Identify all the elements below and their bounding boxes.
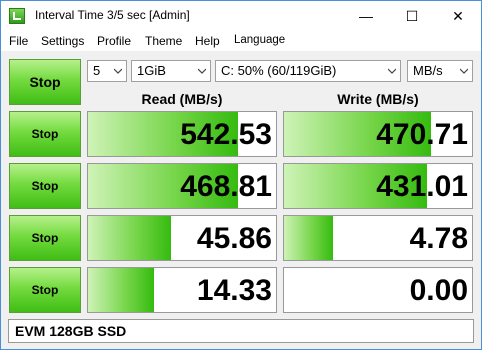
write-result-cell: 0.00 (283, 267, 473, 313)
read-result-cell: 14.33 (87, 267, 277, 313)
chevron-down-icon (460, 68, 468, 74)
test-count-value: 5 (93, 63, 101, 78)
stop-all-label: Stop (29, 74, 61, 90)
menu-bar: File Settings Profile Theme Help Languag… (1, 31, 481, 51)
maximize-button[interactable]: ☐ (389, 1, 435, 31)
test-size-select[interactable]: 1GiB (131, 60, 211, 82)
maximize-icon: ☐ (405, 7, 419, 24)
row-stop-button[interactable]: Stop (9, 267, 81, 313)
read-result-cell: 45.86 (87, 215, 277, 261)
unit-value: MB/s (413, 63, 443, 78)
read-result-cell: 542.53 (87, 111, 277, 157)
menu-settings[interactable]: Settings (41, 34, 84, 48)
minimize-button[interactable]: — (343, 1, 389, 31)
chevron-down-icon (198, 68, 206, 74)
write-result-cell: 431.01 (283, 163, 473, 209)
row-stop-button[interactable]: Stop (9, 111, 81, 157)
comment-field[interactable]: EVM 128GB SSD (8, 319, 474, 343)
row-stop-button[interactable]: Stop (9, 215, 81, 261)
read-bar (88, 216, 171, 260)
drive-select[interactable]: C: 50% (60/119GiB) (215, 60, 401, 82)
read-value: 542.53 (180, 118, 272, 151)
unit-select[interactable]: MB/s (407, 60, 473, 82)
write-value: 4.78 (409, 222, 468, 255)
read-value: 45.86 (196, 222, 272, 255)
app-window: Interval Time 3/5 sec [Admin] — ☐ ✕ File… (0, 0, 482, 350)
menu-language[interactable]: Language (234, 34, 285, 46)
write-result-cell: 470.71 (283, 111, 473, 157)
write-result-cell: 4.78 (283, 215, 473, 261)
chevron-down-icon (388, 68, 396, 74)
app-icon (9, 8, 25, 24)
title-bar: Interval Time 3/5 sec [Admin] — ☐ ✕ (1, 1, 481, 31)
row-stop-button[interactable]: Stop (9, 163, 81, 209)
test-size-value: 1GiB (137, 63, 166, 78)
menu-help[interactable]: Help (195, 34, 220, 48)
window-title: Interval Time 3/5 sec [Admin] (35, 8, 190, 22)
read-bar (88, 268, 154, 312)
menu-file[interactable]: File (9, 34, 28, 48)
close-button[interactable]: ✕ (435, 1, 481, 31)
drive-value: C: 50% (60/119GiB) (221, 63, 337, 78)
read-value: 14.33 (196, 274, 272, 307)
stop-all-button[interactable]: Stop (9, 59, 81, 105)
minimize-icon: — (359, 8, 373, 24)
read-result-cell: 468.81 (87, 163, 277, 209)
menu-profile[interactable]: Profile (97, 34, 131, 48)
row-stop-label: Stop (31, 179, 59, 193)
read-header: Read (MB/s) (141, 91, 223, 107)
row-stop-label: Stop (31, 127, 59, 141)
menu-theme[interactable]: Theme (145, 34, 182, 48)
write-value: 431.01 (376, 170, 468, 203)
comment-text: EVM 128GB SSD (15, 323, 127, 339)
close-icon: ✕ (452, 7, 464, 24)
test-count-select[interactable]: 5 (87, 60, 127, 82)
row-stop-label: Stop (31, 283, 59, 297)
chevron-down-icon (114, 68, 122, 74)
write-value: 0.00 (409, 274, 468, 307)
write-header: Write (MB/s) (337, 91, 419, 107)
row-stop-label: Stop (31, 231, 59, 245)
read-value: 468.81 (180, 170, 272, 203)
write-value: 470.71 (376, 118, 468, 151)
write-bar (284, 216, 333, 260)
